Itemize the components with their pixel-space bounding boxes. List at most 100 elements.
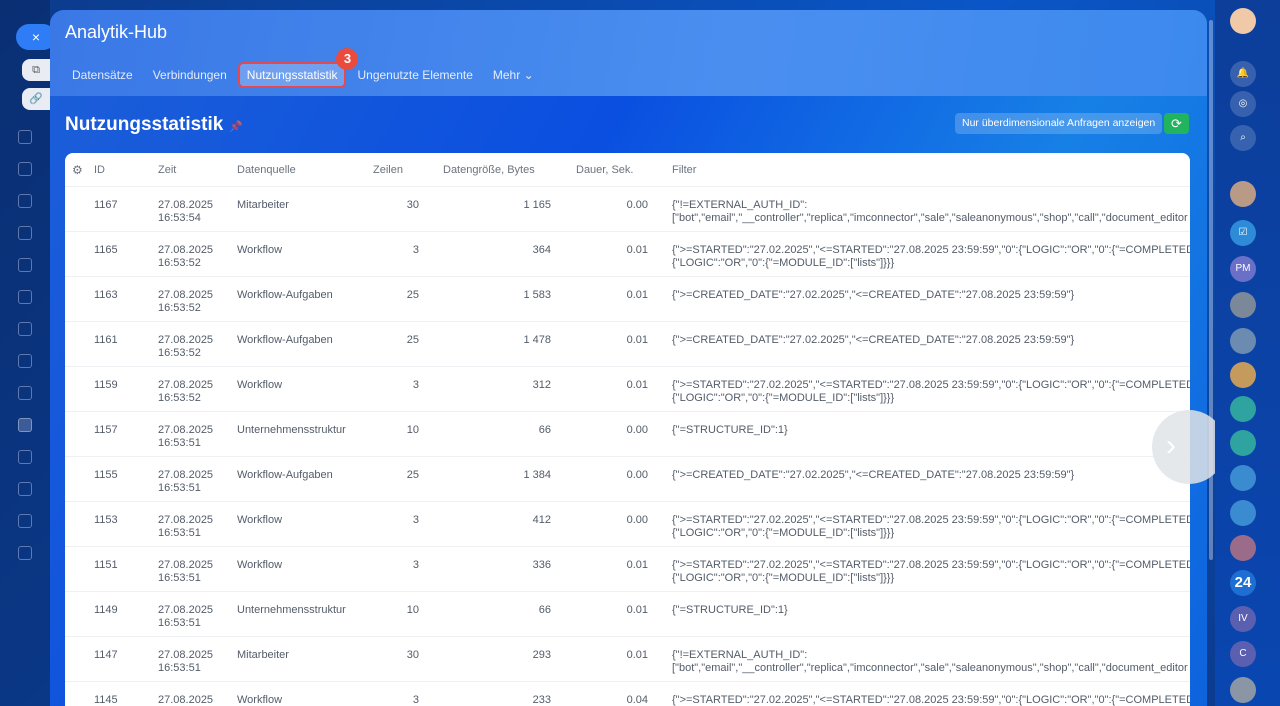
table-row[interactable]: 1163 27.08.2025 16:53:52 Workflow-Aufgabe… <box>65 277 1190 322</box>
table-row[interactable]: 1167 27.08.2025 16:53:54 Mitarbeiter 30 1… <box>65 187 1190 232</box>
cell-bytes: 233 <box>532 694 551 706</box>
cell-bytes: 364 <box>532 244 551 256</box>
crm-icon[interactable] <box>18 290 32 304</box>
tab-mehr[interactable]: Mehr ⌄ <box>486 64 541 86</box>
cell-id: 1155 <box>94 469 118 481</box>
open-new-window-icon[interactable]: ⧉ <box>22 59 50 81</box>
group-chat-icon[interactable] <box>1230 535 1256 561</box>
filter-line1: {"=STRUCTURE_ID":1} <box>672 424 788 436</box>
tab-nutzungsstatistik[interactable]: Nutzungsstatistik 3 <box>237 48 359 88</box>
bell-icon[interactable]: 🔔 <box>1230 61 1256 87</box>
cell-id: 1165 <box>94 244 118 256</box>
filter-line2: {"LOGIC":"OR","0":{"=MODULE_ID":["lists"… <box>672 572 895 584</box>
chat-pm[interactable]: PM <box>1230 256 1256 282</box>
cell-source: Mitarbeiter <box>237 649 289 661</box>
group-chat-icon[interactable] <box>1230 465 1256 491</box>
shop-icon[interactable] <box>18 546 32 560</box>
group-chat-icon[interactable] <box>1230 396 1256 422</box>
cell-bytes: 1 478 <box>523 334 551 346</box>
chat-avatar[interactable] <box>1230 328 1256 354</box>
table-row[interactable]: 1157 27.08.2025 16:53:51 Unternehmensstru… <box>65 412 1190 457</box>
copy-link-icon[interactable]: 🔗 <box>22 88 50 110</box>
cell-bytes: 1 384 <box>523 469 551 481</box>
header-id[interactable]: ID <box>94 164 105 177</box>
cell-duration: 0.00 <box>626 469 648 481</box>
chat-iv[interactable]: IV <box>1230 606 1256 632</box>
document-icon[interactable] <box>18 194 32 208</box>
cell-id: 1167 <box>94 199 118 211</box>
table-row[interactable]: 1155 27.08.2025 16:53:51 Workflow-Aufgabe… <box>65 457 1190 502</box>
tab-ungenutzte-elemente[interactable]: Ungenutzte Elemente <box>350 64 479 86</box>
table-row[interactable]: 1159 27.08.2025 16:53:52 Workflow 3 312 0… <box>65 367 1190 412</box>
cell-rows: 3 <box>412 244 419 256</box>
header-dauer[interactable]: Dauer, Sek. <box>576 164 633 177</box>
chat-icon[interactable] <box>18 354 32 368</box>
tasks-icon[interactable] <box>18 258 32 272</box>
cell-source: Workflow <box>237 559 283 571</box>
cell-bytes: 336 <box>532 559 551 571</box>
cell-source: Workflow <box>237 514 283 526</box>
tab-label: Nutzungsstatistik <box>246 68 338 82</box>
analytics-icon[interactable] <box>18 418 32 432</box>
chat-c[interactable]: C <box>1230 641 1256 667</box>
mail-icon[interactable] <box>18 322 32 336</box>
cell-id: 1145 <box>94 694 118 706</box>
refresh-icon[interactable]: ⟳ <box>1164 113 1189 134</box>
table-row[interactable]: 1161 27.08.2025 16:53:52 Workflow-Aufgabe… <box>65 322 1190 367</box>
drive-icon[interactable] <box>18 226 32 240</box>
chat-avatar[interactable] <box>1230 292 1256 318</box>
table-row[interactable]: 1151 27.08.2025 16:53:51 Workflow 3 336 0… <box>65 547 1190 592</box>
gear-icon[interactable]: ⚙ <box>72 164 83 177</box>
search-chat-icon[interactable]: ⌕ <box>1230 125 1256 151</box>
bitrix24-chat[interactable]: 24 <box>1230 570 1256 596</box>
tasks-chat-icon[interactable]: ☑ <box>1230 220 1256 246</box>
table-row[interactable]: 1149 27.08.2025 16:53:51 Unternehmensstru… <box>65 592 1190 637</box>
filter-line2: {"LOGIC":"OR","0":{"=MODULE_ID":["lists"… <box>672 527 895 539</box>
table-row[interactable]: 1165 27.08.2025 16:53:52 Workflow 3 364 0… <box>65 232 1190 277</box>
header-bytes[interactable]: Datengröße, Bytes <box>443 164 535 177</box>
cell-filter: {">=STARTED":"27.02.2025","<=STARTED":"2… <box>672 559 1190 585</box>
cell-source: Mitarbeiter <box>237 199 289 211</box>
funnel-icon[interactable] <box>18 482 32 496</box>
cell-bytes: 66 <box>538 424 551 436</box>
table-row[interactable]: 1145 27.08.2025 Workflow 3 233 0.04 {">=… <box>65 682 1190 706</box>
cell-source: Workflow-Aufgaben <box>237 334 333 346</box>
header-zeit[interactable]: Zeit <box>158 164 176 177</box>
cell-date: 27.08.2025 <box>158 289 214 301</box>
cell-date: 27.08.2025 <box>158 334 214 346</box>
page-title: Nutzungsstatistik 📌 <box>65 114 243 136</box>
calendar-icon[interactable] <box>18 386 32 400</box>
usage-table: ⚙ ID Zeit Datenquelle Zeilen Datengröße,… <box>65 153 1190 706</box>
user-avatar[interactable] <box>1230 8 1256 34</box>
sites-icon[interactable] <box>18 514 32 528</box>
header-datenquelle[interactable]: Datenquelle <box>237 164 296 177</box>
sign-icon[interactable] <box>18 450 32 464</box>
tab-datensaetze[interactable]: Datensätze <box>65 64 140 86</box>
pin-icon[interactable]: 📌 <box>229 121 243 133</box>
cell-duration: 0.01 <box>626 649 648 661</box>
oversize-requests-button[interactable]: Nur überdimensionale Anfragen anzeigen <box>955 113 1163 134</box>
header-filter[interactable]: Filter <box>672 164 696 177</box>
group-chat-icon[interactable] <box>1230 430 1256 456</box>
cell-rows: 30 <box>406 199 419 211</box>
table-row[interactable]: 1153 27.08.2025 16:53:51 Workflow 3 412 0… <box>65 502 1190 547</box>
contact-avatar[interactable] <box>1230 181 1256 207</box>
scrollbar[interactable] <box>1209 20 1213 560</box>
cell-id: 1153 <box>94 514 118 526</box>
cell-clock: 16:53:52 <box>158 347 201 359</box>
group-chat-icon[interactable] <box>1230 500 1256 526</box>
cell-clock: 16:53:51 <box>158 482 201 494</box>
copilot-icon[interactable]: ◎ <box>1230 91 1256 117</box>
cell-bytes: 1 165 <box>523 199 551 211</box>
group-chat-icon[interactable] <box>1230 362 1256 388</box>
cell-source: Workflow <box>237 379 283 391</box>
chat-avatar[interactable] <box>1230 677 1256 703</box>
cell-source: Workflow-Aufgaben <box>237 289 333 301</box>
contacts-icon[interactable] <box>18 162 32 176</box>
table-row[interactable]: 1147 27.08.2025 16:53:51 Mitarbeiter 30 2… <box>65 637 1190 682</box>
cell-duration: 0.01 <box>626 559 648 571</box>
feed-icon[interactable] <box>18 130 32 144</box>
header-zeilen[interactable]: Zeilen <box>373 164 403 177</box>
tab-verbindungen[interactable]: Verbindungen <box>146 64 234 86</box>
cell-time: 27.08.2025 16:53:52 <box>158 334 213 360</box>
